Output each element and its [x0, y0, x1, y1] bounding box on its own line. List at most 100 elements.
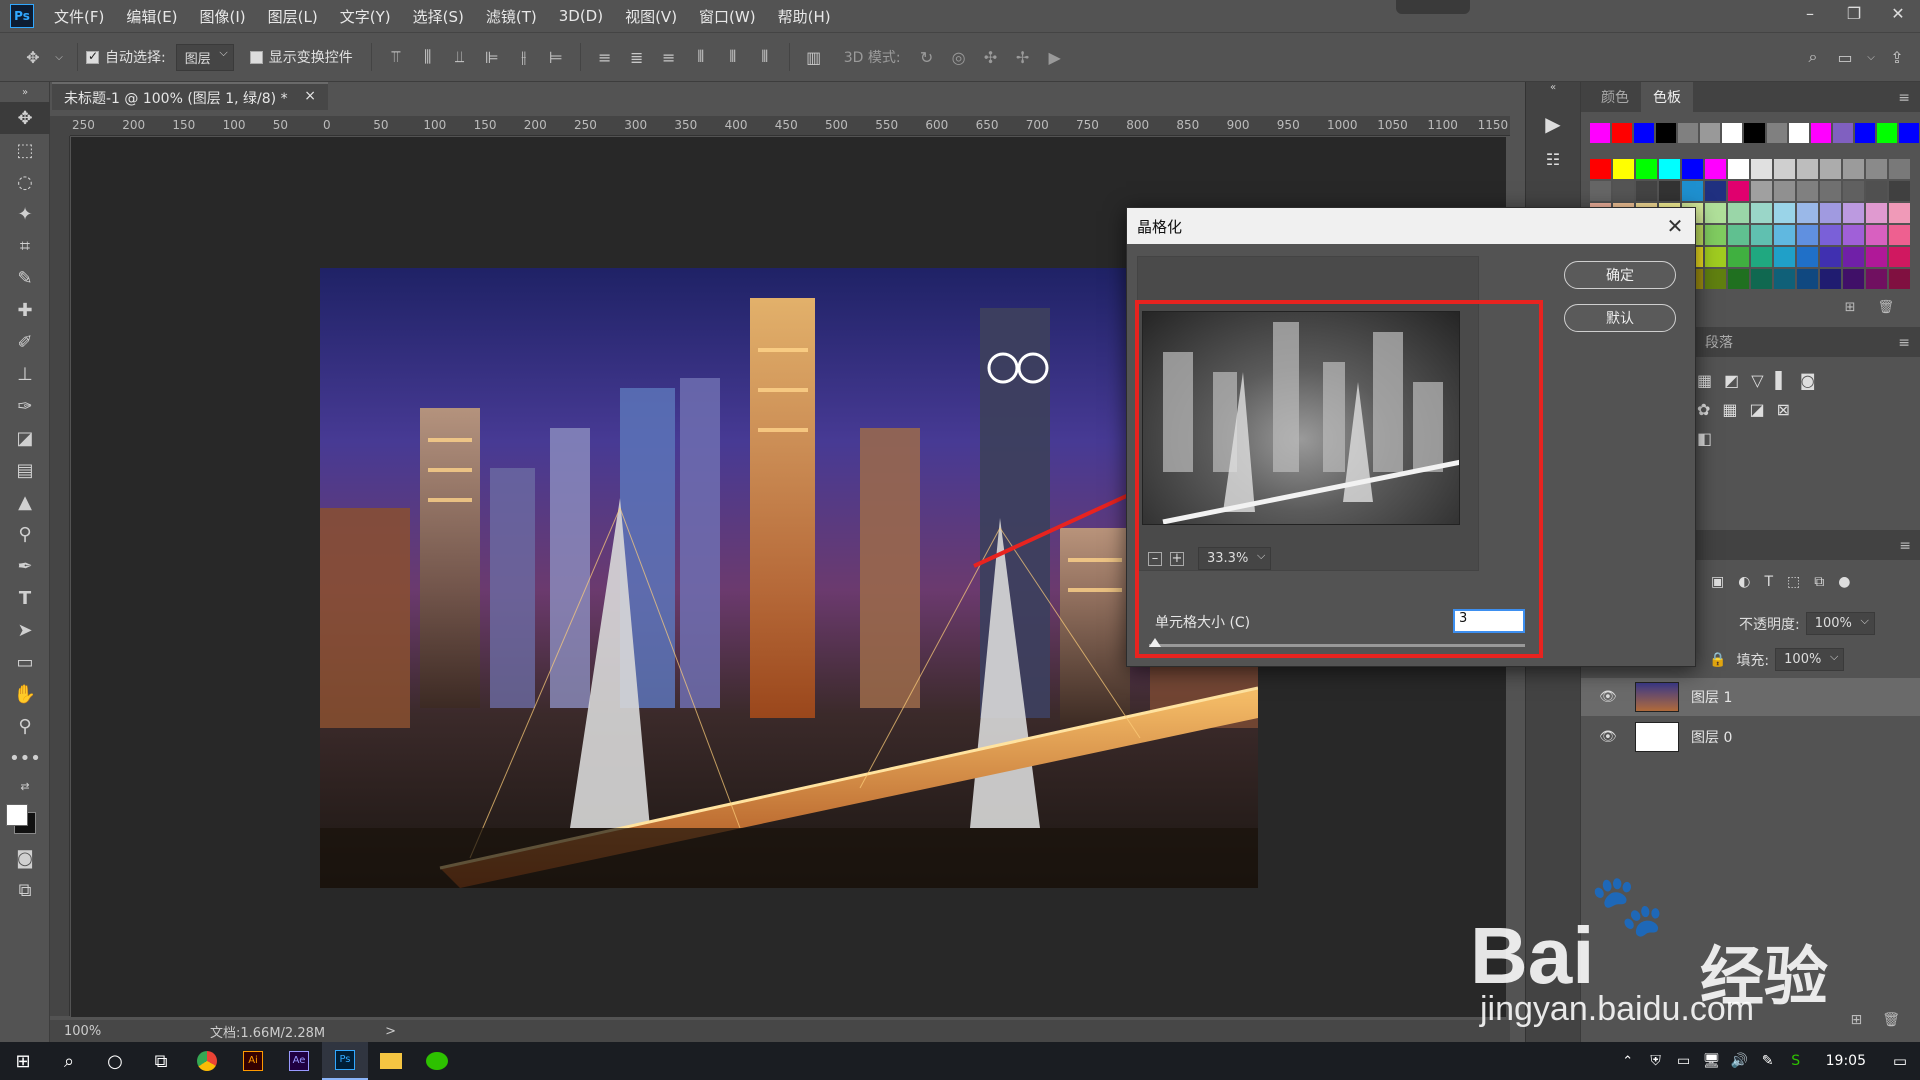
rectangle-tool-icon[interactable]: ▭	[0, 646, 50, 678]
cortana-icon[interactable]: ○	[92, 1042, 138, 1080]
windows-start-icon[interactable]: ⊞	[0, 1042, 46, 1080]
crop-tool-icon[interactable]: ⌗	[0, 230, 50, 262]
color-swatch[interactable]	[1820, 247, 1841, 267]
hand-tool-icon[interactable]: ✋	[0, 678, 50, 710]
history-brush-tool-icon[interactable]: ✑	[0, 390, 50, 422]
color-swatch[interactable]	[1700, 123, 1721, 143]
color-swatch[interactable]	[1797, 203, 1818, 223]
network-icon[interactable]: 🖥	[1698, 1042, 1726, 1080]
3d-pan-icon[interactable]: ✣	[980, 46, 1002, 68]
color-swatch[interactable]	[1797, 159, 1818, 179]
brush-tool-icon[interactable]: ✐	[0, 326, 50, 358]
search-icon[interactable]: ⌕	[1802, 46, 1824, 68]
color-swatch[interactable]	[1820, 225, 1841, 245]
color-swatch[interactable]	[1889, 203, 1910, 223]
color-swatch[interactable]	[1866, 269, 1887, 289]
color-swatch[interactable]	[1889, 159, 1910, 179]
camera-icon[interactable]: ◙	[1800, 371, 1816, 390]
search-icon[interactable]: ⌕	[46, 1042, 92, 1080]
color-swatch[interactable]	[1678, 123, 1699, 143]
color-swatch[interactable]	[1634, 123, 1655, 143]
default-button[interactable]: 默认	[1564, 304, 1676, 332]
3d-roll-icon[interactable]: ◎	[948, 46, 970, 68]
align-left-icon[interactable]: ⊫	[481, 46, 503, 68]
color-swatch[interactable]	[1659, 159, 1680, 179]
levels-icon[interactable]: ▦	[1697, 371, 1712, 390]
color-swatch[interactable]	[1820, 269, 1841, 289]
battery-icon[interactable]: ▭	[1670, 1042, 1698, 1080]
filter-shape-icon[interactable]: ⬚	[1787, 574, 1800, 590]
dodge-tool-icon[interactable]: ⚲	[0, 518, 50, 550]
color-swatch[interactable]	[1659, 181, 1680, 201]
menu-image[interactable]: 图像(I)	[200, 6, 246, 27]
align-bottom-icon[interactable]: ⫫	[449, 46, 471, 68]
color-swatch[interactable]	[1843, 269, 1864, 289]
color-swatch[interactable]	[1797, 225, 1818, 245]
pen-icon[interactable]: ✎	[1754, 1042, 1782, 1080]
3d-slide-icon[interactable]: ✢	[1012, 46, 1034, 68]
color-swatch[interactable]	[1751, 269, 1772, 289]
auto-select-checkbox[interactable]	[86, 49, 99, 64]
collapse-icon[interactable]: »	[0, 82, 50, 102]
restore-icon[interactable]: ❐	[1832, 0, 1876, 32]
file-explorer-icon[interactable]	[368, 1042, 414, 1080]
eraser-tool-icon[interactable]: ◪	[0, 422, 50, 454]
close-window-icon[interactable]: ✕	[1876, 0, 1920, 32]
menu-view[interactable]: 视图(V)	[625, 6, 677, 27]
color-swatch[interactable]	[1774, 247, 1795, 267]
filter-smart-icon[interactable]: ⧉	[1814, 574, 1824, 590]
new-swatch-icon[interactable]: ⊞	[1845, 300, 1856, 315]
color-swatch[interactable]	[1751, 203, 1772, 223]
security-icon[interactable]: ⛨	[1642, 1042, 1670, 1080]
status-arrow-icon[interactable]: >	[385, 1024, 396, 1039]
cell-size-slider[interactable]	[1149, 644, 1525, 647]
layer-name[interactable]: 图层 1	[1691, 687, 1732, 707]
opacity-input[interactable]: 100%	[1805, 612, 1875, 635]
volume-icon[interactable]: 🔊	[1726, 1042, 1754, 1080]
color-swatch[interactable]	[1820, 159, 1841, 179]
exposure-icon[interactable]: ◪	[1750, 400, 1765, 419]
color-swatch[interactable]	[1788, 123, 1809, 143]
chrome-icon[interactable]	[184, 1042, 230, 1080]
menu-window[interactable]: 窗口(W)	[699, 6, 756, 27]
share-icon[interactable]: ⇪	[1886, 46, 1908, 68]
color-swatch[interactable]	[1705, 269, 1726, 289]
quick-mask-icon[interactable]: ◙	[0, 842, 50, 874]
color-swatch[interactable]	[1866, 159, 1887, 179]
wechat-icon[interactable]	[414, 1042, 460, 1080]
mixer-icon[interactable]: ✿	[1697, 400, 1710, 419]
hue-icon[interactable]: ▌	[1776, 371, 1788, 390]
marquee-tool-icon[interactable]: ⬚	[0, 134, 50, 166]
color-swatch[interactable]	[1866, 203, 1887, 223]
filter-type-icon[interactable]: T	[1764, 574, 1773, 590]
collapse-icon[interactable]: «	[1526, 82, 1580, 100]
sogou-icon[interactable]: S	[1782, 1042, 1810, 1080]
fill-input[interactable]: 100%	[1775, 648, 1845, 671]
menu-3d[interactable]: 3D(D)	[559, 7, 603, 25]
foreground-color-swatch[interactable]	[6, 804, 28, 826]
color-swatch[interactable]	[1810, 123, 1831, 143]
color-swatch[interactable]	[1744, 123, 1765, 143]
3d-orbit-icon[interactable]: ↻	[916, 46, 938, 68]
layer-row[interactable]: 👁 图层 1	[1581, 678, 1920, 716]
actions-play-icon[interactable]: ▶	[1526, 112, 1580, 136]
tab-swatches[interactable]: 色板	[1641, 82, 1693, 112]
align-vcenter-icon[interactable]: ⫼	[417, 46, 439, 68]
illustrator-icon[interactable]: Ai	[230, 1042, 276, 1080]
color-swatch[interactable]	[1774, 225, 1795, 245]
move-tool-icon[interactable]: ✥	[22, 46, 44, 68]
color-swatch[interactable]	[1682, 159, 1703, 179]
workspace-icon[interactable]: ▭	[1834, 46, 1856, 68]
color-swatch[interactable]	[1613, 159, 1634, 179]
align-right-icon[interactable]: ⊨	[545, 46, 567, 68]
color-swatch[interactable]	[1612, 123, 1633, 143]
distribute-right-icon[interactable]: ⦀	[754, 46, 776, 68]
color-swatch[interactable]	[1590, 159, 1611, 179]
panel-menu-icon[interactable]: ≡	[1899, 538, 1911, 554]
distribute-hcenter-icon[interactable]: ⦀	[722, 46, 744, 68]
chevron-down-icon[interactable]: ⌵	[1866, 46, 1876, 68]
magic-wand-tool-icon[interactable]: ✦	[0, 198, 50, 230]
notification-icon[interactable]: ▭	[1880, 1042, 1920, 1080]
align-hcenter-icon[interactable]: ⫲	[513, 46, 535, 68]
photoshop-taskbar-icon[interactable]: Ps	[322, 1042, 368, 1080]
